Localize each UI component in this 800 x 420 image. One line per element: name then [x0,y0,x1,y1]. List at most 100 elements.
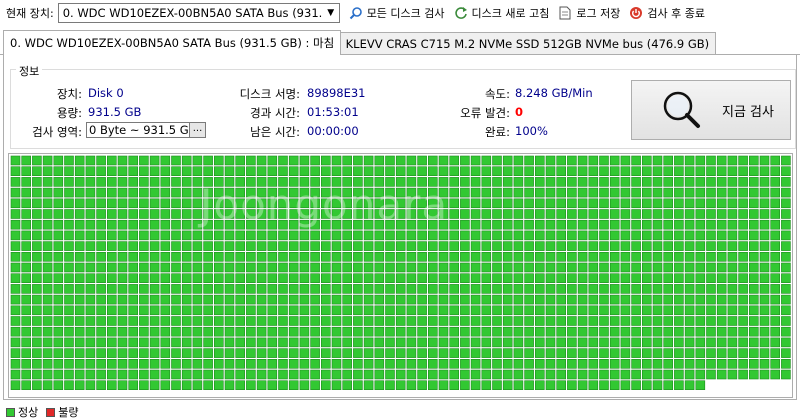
disk-block [42,166,53,176]
disk-block [748,241,759,251]
disk-block [738,348,748,358]
disk-block [203,337,213,348]
disk-block [353,337,363,348]
disk-block [427,369,438,380]
disk-block [470,284,481,294]
disk-block [631,177,641,187]
disk-block [556,316,567,326]
disk-block [652,209,663,219]
disk-block [256,348,267,358]
disk-block [331,294,342,305]
disk-block [246,209,256,219]
refresh-disks-button[interactable]: 디스크 새로 고침 [453,5,549,21]
disk-block [74,241,85,251]
disk-block [181,337,192,348]
disk-block [235,294,245,305]
disk-block [599,305,609,316]
disk-block [214,337,224,348]
disk-block [524,155,534,166]
disk-block [331,155,342,166]
disk-block [320,380,331,390]
disk-block [567,209,577,219]
disk-block [513,166,524,176]
disk-block [738,241,748,251]
disk-block [577,348,588,358]
disk-block [727,219,738,230]
disk-block [513,369,524,380]
disk-block [74,326,85,337]
disk-block [331,209,342,219]
disk-block [32,155,42,166]
disk-block [374,337,385,348]
disk-block [192,177,203,187]
disk-block [556,369,567,380]
shutdown-after-scan-button[interactable]: 검사 후 종료 [628,5,705,21]
scan-range-field[interactable]: 0 Byte ~ 931.5 GB ... [86,122,206,138]
disk-block [620,305,631,316]
disk-block [631,241,641,251]
device-select[interactable]: 0. WDC WD10EZEX-00BN5A0 SATA Bus (931.5 … [57,3,340,23]
disk-block [620,337,631,348]
disk-block [149,294,160,305]
disk-block [759,219,770,230]
disk-block [214,284,224,294]
disk-block [609,305,620,316]
disk-block [246,252,256,262]
save-log-button[interactable]: 로그 저장 [557,5,620,21]
disk-block [727,284,738,294]
disk-block [374,316,385,326]
disk-block [759,305,770,316]
disk-block [588,294,599,305]
tab-disk-1[interactable]: 1. KLEVV CRAS C715 M.2 NVMe SSD 512GB NV… [324,32,717,54]
disk-block [21,177,31,187]
disk-block [716,305,727,316]
disk-block [310,359,320,369]
disk-block [160,241,171,251]
chevron-down-icon[interactable]: ▼ [322,4,339,22]
disk-block [417,380,427,390]
disk-block [203,262,213,273]
disk-block [470,155,481,166]
disk-block [460,316,470,326]
disk-block [460,219,470,230]
disk-block [599,198,609,209]
disk-block [160,209,171,219]
disk-block [738,219,748,230]
disk-block [620,262,631,273]
device-value: Disk 0 [88,86,124,100]
disk-block [171,369,181,380]
disk-block [32,177,42,187]
disk-block [417,326,427,337]
disk-block [545,219,556,230]
disk-block [21,369,31,380]
disk-block [481,294,492,305]
disk-block [342,177,353,187]
disk-block [599,166,609,176]
scan-range-browse-button[interactable]: ... [189,123,205,137]
disk-block [695,359,706,369]
disk-block [235,230,245,241]
disk-block [299,326,310,337]
disk-block [556,294,567,305]
disk-block [770,198,781,209]
disk-block [545,187,556,198]
disk-block [128,230,138,241]
scan-all-disks-button[interactable]: 모든 디스크 검사 [348,5,445,21]
disk-block [534,155,545,166]
disk-block [706,326,716,337]
disk-block [278,241,288,251]
disk-block [160,359,171,369]
disk-block [256,284,267,294]
disk-block [470,209,481,219]
disk-block [684,230,695,241]
disk-block [406,359,417,369]
scan-now-button[interactable]: 지금 검사 [631,80,791,140]
disk-block [42,262,53,273]
disk-block [748,316,759,326]
disk-block [631,230,641,241]
tab-disk-0[interactable]: 0. WDC WD10EZEX-00BN5A0 SATA Bus (931.5 … [3,30,342,55]
disk-block [149,219,160,230]
disk-block [706,166,716,176]
disk-block [203,219,213,230]
disk-block [53,305,64,316]
